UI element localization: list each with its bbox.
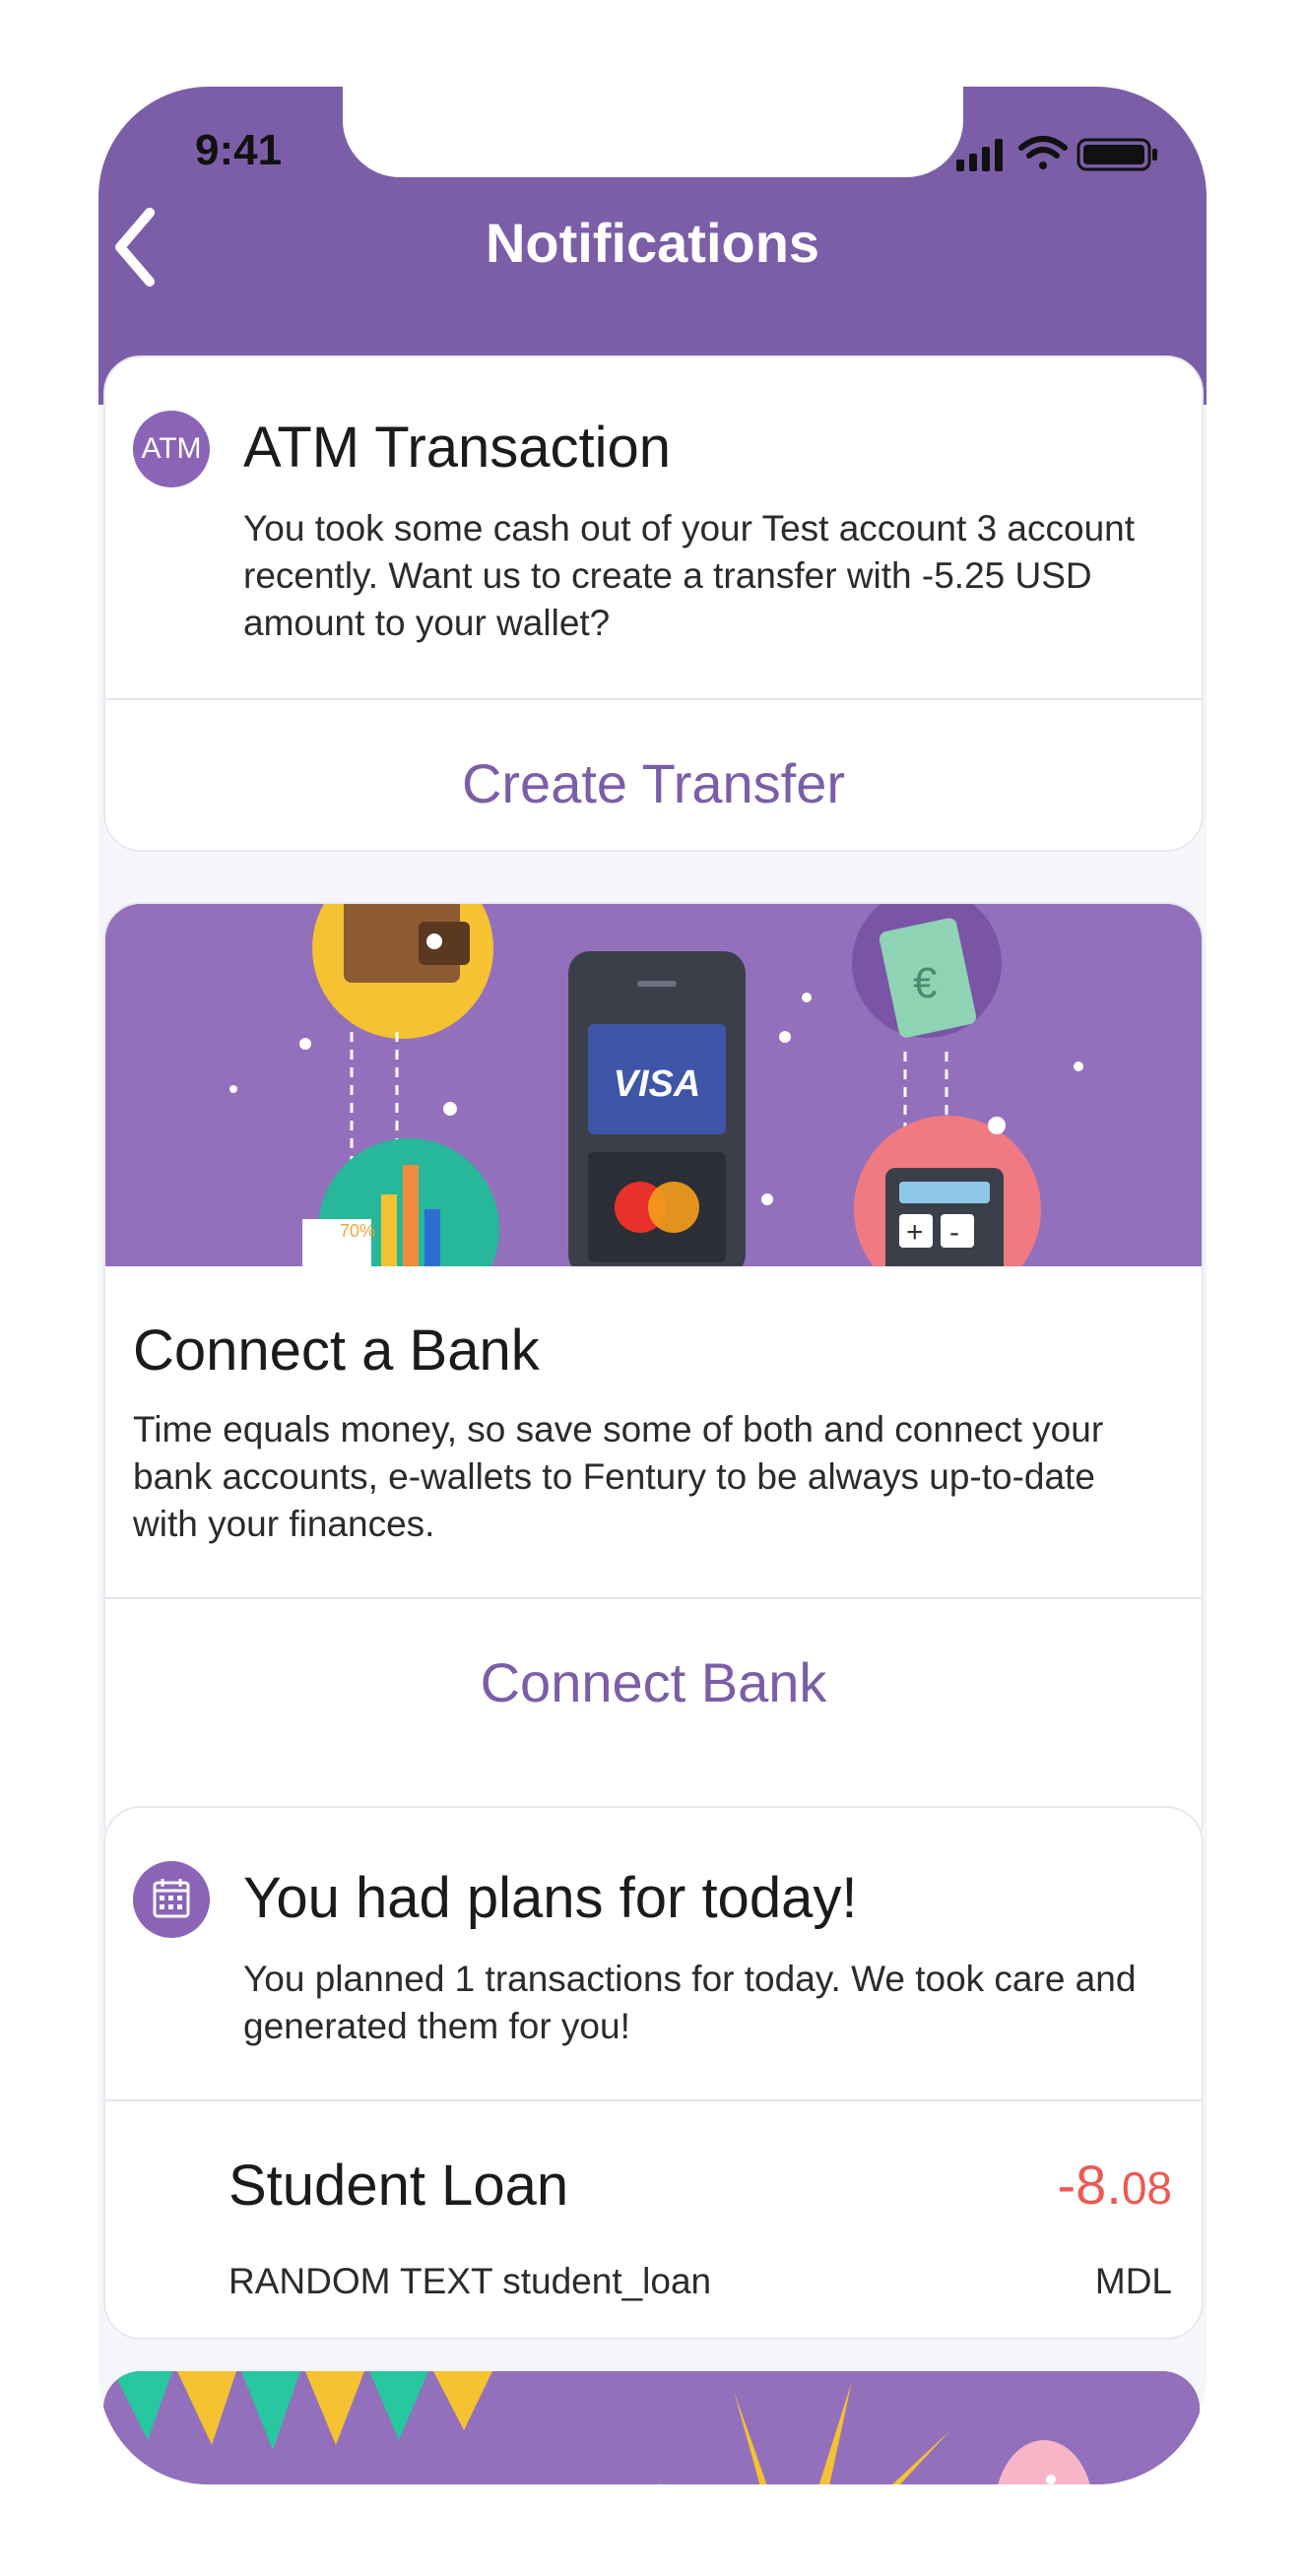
plans-card-title: You had plans for today! <box>243 1866 858 1930</box>
divider <box>105 2099 1202 2101</box>
calendar-icon <box>133 1861 210 1938</box>
connect-bank-title: Connect a Bank <box>133 1319 540 1383</box>
phone-screen: 9:41 Notifications ATM ATM Transaction Y… <box>98 87 1207 2484</box>
transaction-name: Student Loan <box>228 2154 569 2218</box>
celebration-banner <box>103 2371 1200 2484</box>
amount-cents: 08 <box>1121 2162 1172 2214</box>
atm-icon: ATM <box>133 411 210 487</box>
connect-bank-body: Time equals money, so save some of both … <box>133 1409 1104 1544</box>
calendar-glyph-icon <box>153 1879 190 1918</box>
transaction-currency: MDL <box>1094 2261 1172 2301</box>
transaction-amount: -8.08 <box>1057 2153 1172 2217</box>
nav-title: Notifications <box>485 212 820 274</box>
create-transfer-button[interactable]: Create Transfer <box>105 751 1202 815</box>
connect-bank-card: 70% VISA € + - Connect a Bank Time equal… <box>103 902 1204 1859</box>
atm-transaction-card: ATM ATM Transaction You took some cash o… <box>103 355 1204 852</box>
chart-percent-label: 70% <box>340 1221 375 1241</box>
atm-card-title: ATM Transaction <box>243 416 672 480</box>
connect-bank-illustration: 70% VISA € + - <box>105 904 1202 1266</box>
plans-card-body: You planned 1 transactions for today. We… <box>243 1959 1137 2046</box>
visa-label: VISA <box>614 1063 701 1105</box>
atm-card-body: You took some cash out of your Test acco… <box>243 508 1136 643</box>
amount-main: -8. <box>1057 2154 1122 2216</box>
transaction-description: RANDOM TEXT student_loan <box>228 2261 712 2301</box>
connect-bank-button[interactable]: Connect Bank <box>105 1650 1202 1714</box>
svg-text:€: € <box>913 959 937 1007</box>
svg-text:+: + <box>906 1216 924 1249</box>
divider <box>105 698 1202 700</box>
svg-text:-: - <box>949 1216 959 1249</box>
planned-transactions-card: You had plans for today! You planned 1 t… <box>103 1806 1204 2340</box>
divider <box>105 1597 1202 1599</box>
